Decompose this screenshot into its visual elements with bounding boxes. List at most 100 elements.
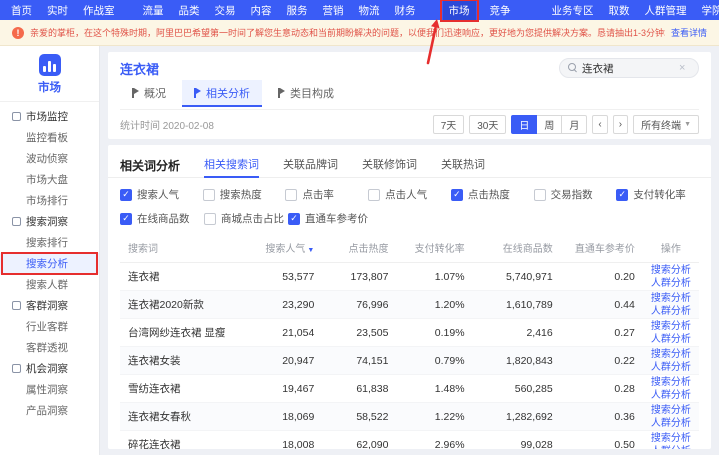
flag-icon: [278, 88, 286, 98]
col-click-heat[interactable]: 点击热度: [322, 233, 396, 263]
prev-button[interactable]: ‹: [592, 115, 607, 134]
col-payment-conversion[interactable]: 支付转化率: [396, 233, 472, 263]
tab-related-search-words[interactable]: 相关搜索词: [204, 152, 259, 178]
filter-search-popularity[interactable]: ✓搜索人气: [120, 187, 203, 202]
keyword-cell: 连衣裙2020新款: [120, 291, 250, 319]
sidebar-group-search-insight[interactable]: 搜索洞察: [0, 211, 99, 232]
search-box[interactable]: ×: [559, 58, 699, 78]
checkbox[interactable]: ✓: [120, 213, 132, 225]
filter-online-products[interactable]: ✓在线商品数: [120, 211, 204, 226]
filter-search-heat[interactable]: ✓搜索热度: [203, 187, 286, 202]
nav-item-traffic[interactable]: 流量: [142, 1, 165, 20]
period-week-button[interactable]: 周: [536, 115, 562, 134]
checkbox[interactable]: ✓: [368, 189, 380, 201]
crowd-analysis-link[interactable]: 人群分析: [651, 445, 691, 450]
col-search-popularity[interactable]: 搜索人气▼: [250, 233, 322, 263]
filter-payment-conversion[interactable]: ✓支付转化率: [616, 187, 699, 202]
checkbox[interactable]: ✓: [616, 189, 628, 201]
filter-transaction-index[interactable]: ✓交易指数: [534, 187, 617, 202]
range-30d-button[interactable]: 30天: [469, 115, 506, 134]
nav-item-trade[interactable]: 交易: [214, 1, 237, 20]
checkbox[interactable]: ✓: [204, 213, 216, 225]
sidebar-item-market-ranking[interactable]: 市场排行: [0, 190, 99, 211]
filter-click-popularity[interactable]: ✓点击人气: [368, 187, 451, 202]
popularity-cell: 18,069: [250, 403, 322, 431]
sidebar-item-monitor-board[interactable]: 监控看板: [0, 127, 99, 148]
nav-item-business-zone[interactable]: 业务专区: [551, 1, 595, 20]
nav-item-crowd-management[interactable]: 人群管理: [644, 1, 688, 20]
nav-item-academy[interactable]: 学院: [701, 1, 719, 20]
crowd-analysis-link[interactable]: 人群分析: [651, 361, 691, 374]
nav-item-marketing[interactable]: 营销: [322, 1, 345, 20]
sidebar-item-search-ranking[interactable]: 搜索排行: [0, 232, 99, 253]
nav-item-content[interactable]: 内容: [250, 1, 273, 20]
search-analysis-link[interactable]: 搜索分析: [651, 348, 691, 361]
nav-item-service[interactable]: 服务: [286, 1, 309, 20]
clear-icon[interactable]: ×: [679, 63, 685, 74]
sidebar-item-fluctuation-scout[interactable]: 波动侦察: [0, 148, 99, 169]
checkbox[interactable]: ✓: [203, 189, 215, 201]
crowd-analysis-link[interactable]: 人群分析: [651, 277, 691, 290]
tab-related-hot-words[interactable]: 关联热词: [441, 152, 485, 178]
search-analysis-link[interactable]: 搜索分析: [651, 320, 691, 333]
period-segment: 日 周 月: [511, 115, 587, 134]
next-button[interactable]: ›: [613, 115, 628, 134]
crowd-analysis-link[interactable]: 人群分析: [651, 417, 691, 430]
tab-related-modifier-words[interactable]: 关联修饰词: [362, 152, 417, 178]
notice-detail-link[interactable]: 查看详情: [671, 26, 707, 39]
sidebar-item-search-crowd[interactable]: 搜索人群: [0, 274, 99, 295]
search-analysis-link[interactable]: 搜索分析: [651, 264, 691, 277]
filter-click-heat[interactable]: ✓点击热度: [451, 187, 534, 202]
checkbox[interactable]: ✓: [120, 189, 132, 201]
filter-mall-click-ratio[interactable]: ✓商城点击占比: [204, 211, 288, 226]
nav-item-market[interactable]: 市场: [443, 1, 476, 20]
nav-item-finance[interactable]: 财务: [394, 1, 417, 20]
crowd-analysis-link[interactable]: 人群分析: [651, 333, 691, 346]
nav-item-data-fetch[interactable]: 取数: [608, 1, 631, 20]
filter-label: 点击率: [302, 187, 334, 202]
sidebar-item-attribute-insight[interactable]: 属性洞察: [0, 379, 99, 400]
actions-cell: 搜索分析人群分析: [643, 431, 699, 450]
tab-category-composition[interactable]: 类目构成: [266, 80, 346, 107]
tab-related-brand-words[interactable]: 关联品牌词: [283, 152, 338, 178]
tab-label: 类目构成: [290, 85, 334, 101]
sidebar-group-opportunity-insight[interactable]: 机会洞察: [0, 358, 99, 379]
search-analysis-link[interactable]: 搜索分析: [651, 292, 691, 305]
tab-overview[interactable]: 概况: [120, 80, 178, 107]
search-input[interactable]: [582, 62, 674, 74]
search-analysis-link[interactable]: 搜索分析: [651, 376, 691, 389]
col-keyword[interactable]: 搜索词: [120, 233, 250, 263]
filter-cpc-reference[interactable]: ✓直通车参考价: [288, 211, 372, 226]
nav-item-logistics[interactable]: 物流: [358, 1, 381, 20]
filter-click-rate[interactable]: ✓ 点击率: [285, 187, 368, 202]
tab-related-analysis[interactable]: 相关分析: [182, 80, 262, 107]
sidebar-item-search-analysis[interactable]: 搜索分析: [0, 253, 99, 274]
period-month-button[interactable]: 月: [561, 115, 587, 134]
nav-item-home[interactable]: 首页: [10, 1, 33, 20]
checkbox[interactable]: ✓: [288, 213, 300, 225]
sidebar-group-market-monitor[interactable]: 市场监控: [0, 106, 99, 127]
range-7d-button[interactable]: 7天: [433, 115, 465, 134]
sidebar-item-industry-customer[interactable]: 行业客群: [0, 316, 99, 337]
sidebar-item-product-insight[interactable]: 产品洞察: [0, 400, 99, 421]
crowd-analysis-link[interactable]: 人群分析: [651, 305, 691, 318]
sidebar-group-customer-insight[interactable]: 客群洞察: [0, 295, 99, 316]
sidebar-item-customer-perspective[interactable]: 客群透视: [0, 337, 99, 358]
search-analysis-link[interactable]: 搜索分析: [651, 404, 691, 417]
nav-item-competition[interactable]: 竞争: [489, 1, 512, 20]
nav-item-category[interactable]: 品类: [178, 1, 201, 20]
sidebar-item-label: 搜索分析: [26, 256, 68, 271]
col-cpc-reference[interactable]: 直通车参考价: [561, 233, 643, 263]
checkbox[interactable]: ✓: [451, 189, 463, 201]
nav-item-war-room[interactable]: 作战室: [82, 1, 116, 20]
sidebar-item-label: 市场排行: [26, 193, 68, 208]
period-day-button[interactable]: 日: [511, 115, 537, 134]
col-online-products[interactable]: 在线商品数: [473, 233, 561, 263]
sidebar-item-market-overview[interactable]: 市场大盘: [0, 169, 99, 190]
checkbox[interactable]: ✓: [534, 189, 546, 201]
crowd-analysis-link[interactable]: 人群分析: [651, 389, 691, 402]
search-analysis-link[interactable]: 搜索分析: [651, 432, 691, 445]
nav-item-realtime[interactable]: 实时: [46, 1, 69, 20]
terminal-select[interactable]: 所有终端▼: [633, 115, 699, 134]
checkbox[interactable]: ✓: [285, 189, 297, 201]
